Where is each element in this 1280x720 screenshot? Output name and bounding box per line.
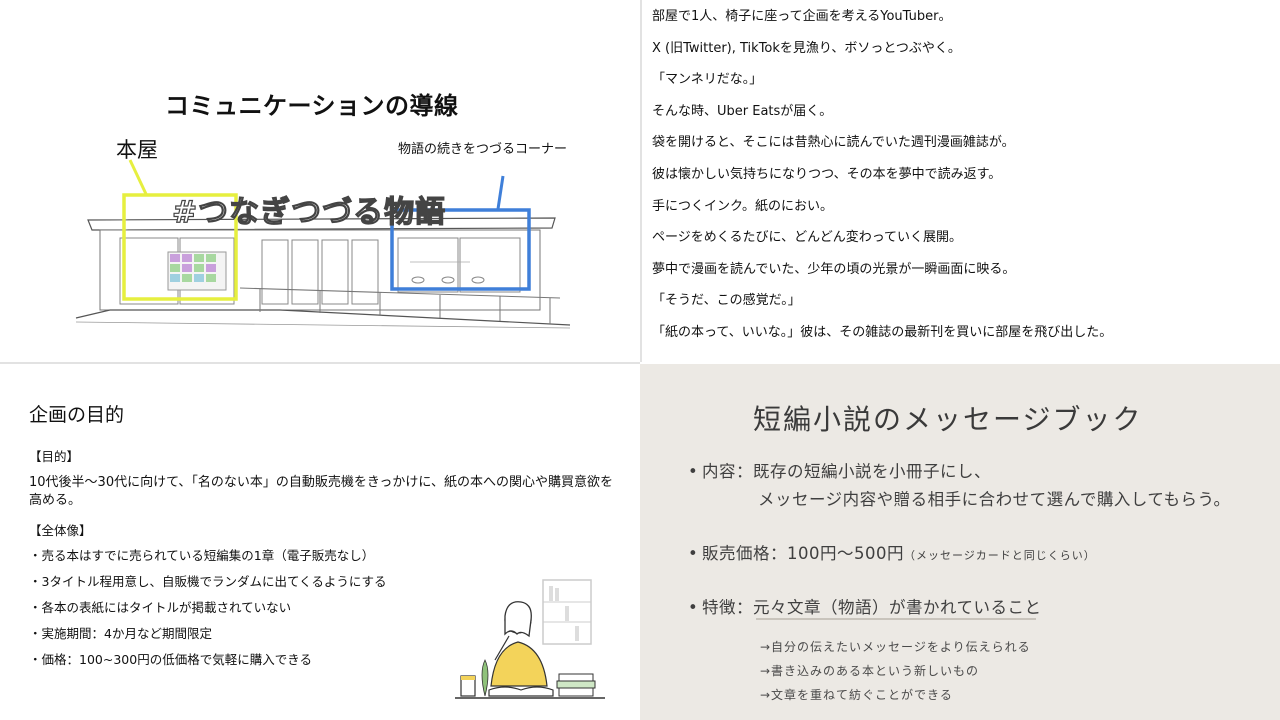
diagram-title: コミュニケーションの導線 [165, 92, 459, 120]
overview-item: ・実施期間：4か月など期間限定 [29, 626, 212, 641]
store-illustration [75, 159, 571, 329]
shop-sign-text: #つなぎつづる物語 [171, 194, 447, 230]
bookshelf-icon [167, 251, 227, 291]
overview-item: ・売る本はすでに売られている短編集の1章（電子販売なし） [29, 548, 375, 563]
purpose-panel: 企画の目的 【目的】 10代後半〜30代に向けて、「名のない本」の自動販売機をき… [0, 364, 640, 720]
message-book-panel: 短編小説のメッセージブック • 内容：既存の短編小説を小冊子にし、 メッセージ内容… [640, 364, 1280, 720]
price-row: • 販売価格：100円〜500円（メッセージカードと同じくらい） [688, 540, 1096, 564]
feature-arrow-item: →書き込みのある本という新しいもの [760, 664, 980, 678]
store-label: 本屋 [116, 138, 158, 162]
story-line: ページをめくるたびに、どんどん変わっていく展開。 [652, 230, 963, 246]
feature-value: 元々文章（物語）が書かれていること [753, 598, 1042, 617]
story-line: 「そうだ、この感覚だ。」 [652, 293, 801, 309]
overview-item: ・価格：100~300円の低価格で気軽に購入できる [29, 652, 312, 667]
overview-item: ・各本の表紙にはタイトルが掲載されていない [29, 600, 292, 615]
corner-label: 物語の続きをつづるコーナー [398, 142, 568, 157]
purpose-title: 企画の目的 [29, 404, 125, 426]
goal-heading: 【目的】 [29, 449, 80, 464]
bullet-icon: • [688, 544, 699, 563]
reading-person-illustration [455, 579, 605, 699]
message-book-title: 短編小説のメッセージブック [753, 403, 1143, 436]
price-note: （メッセージカードと同じくらい） [904, 549, 1096, 562]
story-line: 彼は懐かしい気持ちになりつつ、その本を夢中で読み返す。 [652, 166, 1002, 182]
story-line: X (旧Twitter), TikTokを見漁り、ボソっとつぶやく。 [652, 40, 961, 56]
price-label: 販売価格： [702, 544, 787, 563]
story-line: そんな時、Uber Eatsが届く。 [652, 103, 833, 119]
goal-text: 10代後半〜30代に向けて、「名のない本」の自動販売機をきっかけに、紙の本への関… [29, 475, 614, 508]
bullet-icon: • [688, 462, 699, 481]
story-line: 袋を開けると、そこには昔熱心に読んでいた週刊漫画雑誌が。 [652, 135, 1015, 151]
bullet-icon: • [688, 598, 699, 617]
content-label: 内容： [702, 462, 753, 481]
story-line: 夢中で漫画を読んでいた、少年の頃の光景が一瞬画面に映る。 [652, 261, 1016, 277]
story-line: 「紙の本って、いいな。」彼は、その雑誌の最新刊を買いに部屋を飛び出した。 [652, 324, 1113, 340]
content-line2: メッセージ内容や贈る相手に合わせて選んで購入してもらう。 [758, 490, 1231, 509]
overview-item: ・3タイトル程用意し、自販機でランダムに出てくるようにする [29, 574, 387, 589]
feature-arrow-item: →自分の伝えたいメッセージをより伝えられる [760, 640, 1031, 654]
overview-heading: 【全体像】 [29, 523, 92, 538]
content-row: • 内容：既存の短編小説を小冊子にし、 [688, 458, 991, 482]
feature-underline [756, 618, 1036, 620]
story-panel: 部屋で1人、椅子に座って企画を考えるYouTuber。 X (旧Twitter)… [642, 0, 1280, 362]
story-line: 部屋で1人、椅子に座って企画を考えるYouTuber。 [652, 9, 952, 24]
feature-label: 特徴： [702, 598, 753, 617]
story-line: 手につくインク。紙のにおい。 [652, 198, 833, 214]
content-line1: 既存の短編小説を小冊子にし、 [753, 462, 991, 481]
story-line: 「マンネリだな。」 [652, 72, 763, 88]
price-value: 100円〜500円 [787, 544, 904, 563]
feature-arrow-item: →文章を重ねて紡ぐことができる [760, 688, 953, 702]
divider [640, 0, 642, 362]
feature-row: • 特徴：元々文章（物語）が書かれていること [688, 594, 1042, 618]
store-diagram-panel: #つなぎつづる物語 コミュニケーションの導線 本屋 物語の続きをつづるコーナー [0, 0, 640, 362]
